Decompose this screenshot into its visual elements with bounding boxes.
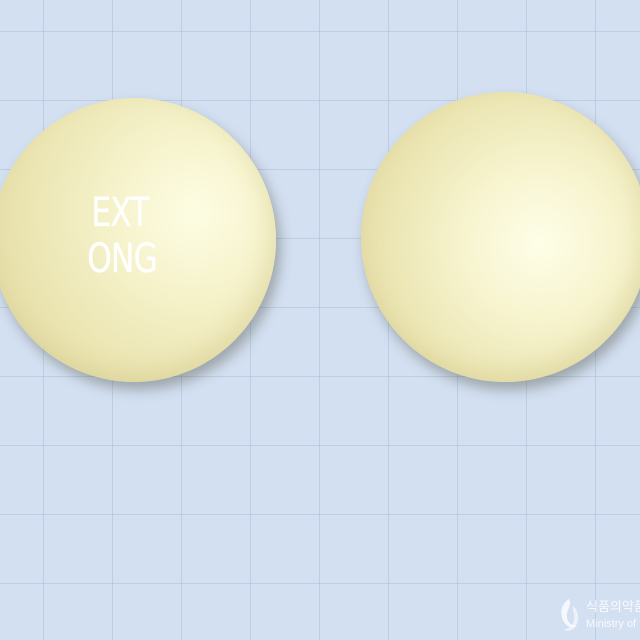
ministry-watermark: 식품의약품 Ministry of Food xyxy=(556,596,640,638)
watermark-korean: 식품의약품 xyxy=(586,600,640,615)
watermark-english: Ministry of Food xyxy=(586,618,640,630)
imprint-line-2: ONG xyxy=(87,236,158,282)
imprint-line-1: EXT xyxy=(91,190,149,236)
tablet-back xyxy=(361,92,640,382)
tablet-imprint: EXT ONG xyxy=(87,190,158,282)
ministry-logo-icon xyxy=(561,599,579,631)
pill-photo: EXT ONG 식품의약품 Ministry of Food xyxy=(0,0,640,640)
